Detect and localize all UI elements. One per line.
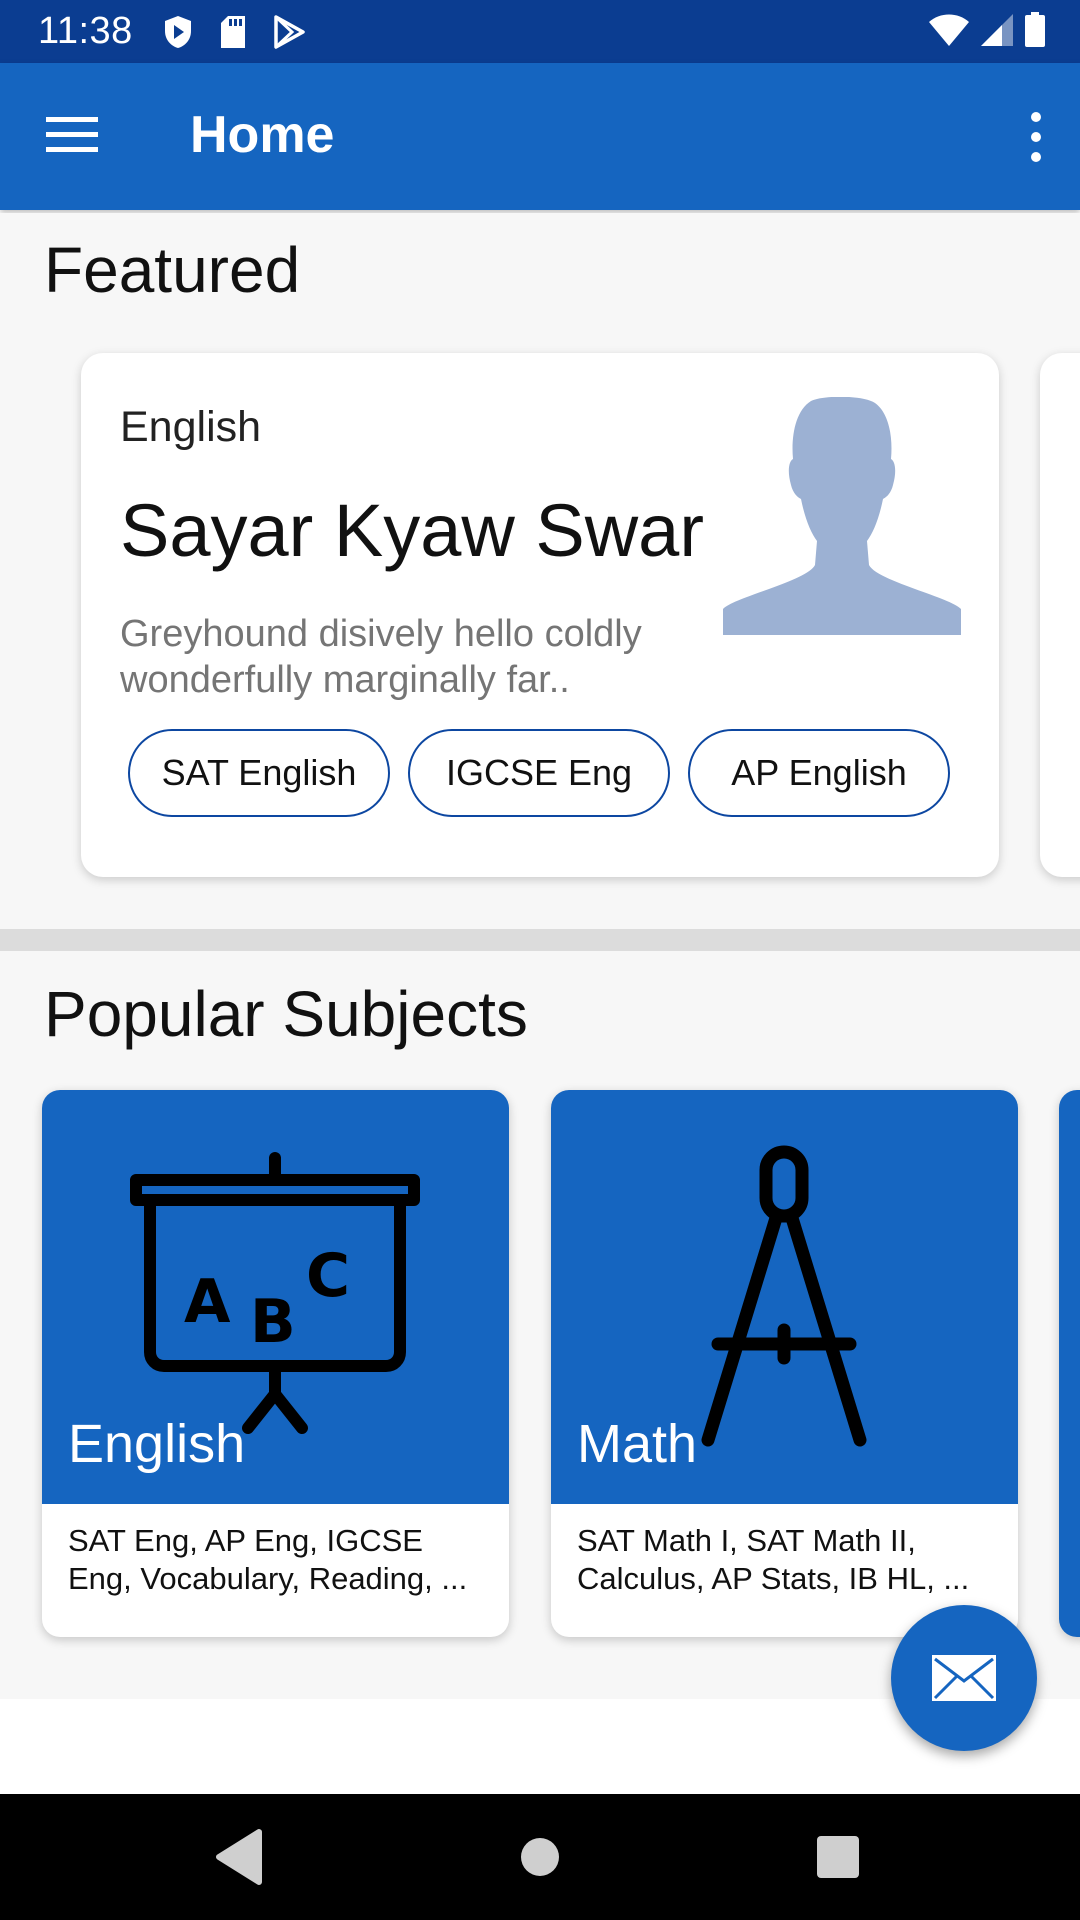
chip-sat-english[interactable]: SAT English: [128, 729, 390, 817]
status-notification-icons: [163, 14, 305, 49]
tutor-name: Sayar Kyaw Swar: [120, 489, 704, 572]
subject-card-english[interactable]: A B C English SAT Eng, AP Eng, IGCSE Eng…: [42, 1090, 509, 1637]
subject-name: Math: [577, 1414, 698, 1474]
subject-topics: SAT Math I, SAT Math II, Calculus, AP St…: [577, 1523, 970, 1596]
wifi-icon: [929, 14, 969, 46]
mail-fab-button[interactable]: [891, 1605, 1037, 1751]
system-nav-bar: [0, 1794, 1080, 1920]
featured-section: Featured English Sayar Kyaw Swar Greyhou…: [0, 213, 1080, 929]
featured-subject: English: [120, 403, 262, 451]
recents-icon[interactable]: [805, 1824, 871, 1890]
battery-icon: [1025, 12, 1045, 47]
signal-icon: [981, 14, 1013, 46]
subject-name: English: [68, 1414, 246, 1474]
mail-icon: [932, 1655, 996, 1701]
next-subject-card[interactable]: [1059, 1090, 1080, 1637]
svg-text:B: B: [250, 1287, 296, 1357]
more-vert-icon[interactable]: [1016, 107, 1056, 167]
person-silhouette-icon: [723, 397, 961, 635]
status-bar: 11:38: [0, 0, 1080, 63]
subject-chips: SAT English IGCSE Eng AP English: [128, 729, 950, 817]
svg-text:A: A: [184, 1267, 231, 1337]
chip-ap-english[interactable]: AP English: [688, 729, 950, 817]
popular-subjects-title: Popular Subjects: [44, 978, 528, 1050]
popular-subjects-section: Popular Subjects A B C English SAT Eng, …: [0, 951, 1080, 1699]
svg-text:C: C: [306, 1241, 350, 1311]
shield-icon: [164, 15, 191, 48]
page-title: Home: [190, 106, 335, 164]
next-featured-card[interactable]: [1040, 353, 1080, 877]
menu-icon[interactable]: [46, 115, 98, 155]
app-bar: Home: [0, 63, 1080, 210]
subject-topics: SAT Eng, AP Eng, IGCSE Eng, Vocabulary, …: [68, 1523, 468, 1596]
play-store-icon: [274, 14, 305, 49]
section-divider: [0, 929, 1080, 951]
featured-tutor-card[interactable]: English Sayar Kyaw Swar Greyhound disive…: [81, 353, 999, 877]
subject-card-math[interactable]: Math SAT Math I, SAT Math II, Calculus, …: [551, 1090, 1018, 1637]
sd-card-icon: [220, 15, 245, 48]
featured-title: Featured: [44, 234, 301, 306]
status-system-icons: [928, 12, 1046, 48]
status-time: 11:38: [38, 10, 133, 52]
home-icon[interactable]: [507, 1824, 573, 1890]
back-icon[interactable]: [205, 1824, 271, 1890]
tutor-description: Greyhound disively hello coldly wonderfu…: [120, 613, 642, 701]
chip-igcse-eng[interactable]: IGCSE Eng: [408, 729, 670, 817]
